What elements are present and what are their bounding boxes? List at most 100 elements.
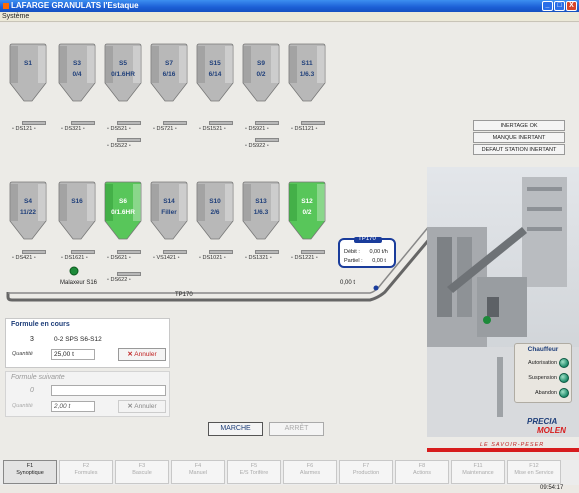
conveyor-label: TP170 bbox=[175, 292, 193, 298]
valve-ds1121[interactable]: • DS1121 • bbox=[291, 121, 325, 133]
cancel-icon: ✕ bbox=[127, 351, 133, 358]
maximize-button[interactable]: □ bbox=[554, 1, 565, 11]
inertage-ok-button[interactable]: INERTAGE OK bbox=[473, 120, 565, 131]
valve-ds1321[interactable]: • DS1321 • bbox=[245, 250, 279, 262]
next-quantity-input[interactable]: 2,00 t bbox=[51, 401, 95, 412]
manque-inertant-button[interactable]: MANQUE INERTANT bbox=[473, 132, 565, 143]
current-formula-panel: Formule en cours 3 0-2 SPS S6-S12 Quanti… bbox=[5, 318, 170, 368]
valve-ds1521[interactable]: • DS1521 • bbox=[199, 121, 233, 133]
valve-ds522[interactable]: • DS522 • bbox=[107, 138, 141, 150]
silo-s12[interactable]: S12 0/2 bbox=[287, 181, 327, 241]
silo-formula: 6/14 bbox=[208, 71, 222, 78]
silo-s7[interactable]: S7 6/16 bbox=[149, 43, 189, 103]
silo-formula: 0/4 bbox=[72, 71, 82, 78]
fkey-f11[interactable]: F11 Maintenance bbox=[451, 460, 505, 484]
fkey-label: Mise en Service bbox=[514, 470, 554, 476]
silo-formula: 0/1.6HR bbox=[111, 71, 135, 78]
fkey-f1[interactable]: F1 Synoptique bbox=[3, 460, 57, 484]
valve-ds621[interactable]: • DS621 • bbox=[107, 250, 141, 262]
valve-right-dot-icon: • bbox=[127, 255, 131, 261]
next-cancel-button[interactable]: ✕ Annuler bbox=[118, 400, 166, 413]
silo-s11[interactable]: S11 1/6.3 bbox=[287, 43, 327, 103]
valve-label: DS522 bbox=[110, 143, 128, 149]
autorisation-lamp-icon[interactable] bbox=[559, 358, 569, 368]
silo-s16[interactable]: S16 bbox=[57, 181, 97, 241]
silo-s10[interactable]: S10 2/6 bbox=[195, 181, 235, 241]
fkey-f12[interactable]: F12 Mise en Service bbox=[507, 460, 561, 484]
valve-label: DS1621 bbox=[64, 255, 85, 261]
silo-s5[interactable]: S5 0/1.6HR bbox=[103, 43, 143, 103]
valve-right-dot-icon: • bbox=[32, 255, 36, 261]
silo-formula: Filler bbox=[161, 209, 177, 216]
valve-ds1221[interactable]: • DS1221 • bbox=[291, 250, 325, 262]
valve-right-dot-icon: • bbox=[265, 126, 269, 132]
current-cancel-button[interactable]: ✕ Annuler bbox=[118, 348, 166, 361]
silo-s6[interactable]: S6 0/1.6HR bbox=[103, 181, 143, 241]
silo-s13[interactable]: S13 1/6.3 bbox=[241, 181, 281, 241]
silo-s14[interactable]: S14 Filler bbox=[149, 181, 189, 241]
valve-ds321[interactable]: • DS321 • bbox=[61, 121, 95, 133]
valve-vs1421[interactable]: • VS1421 • bbox=[153, 250, 187, 262]
silo-formula: 0/2 bbox=[256, 71, 266, 78]
next-formula-number: 0 bbox=[30, 387, 34, 394]
conveyor-weight: 0,00 t bbox=[340, 280, 356, 286]
current-cancel-label: Annuler bbox=[134, 351, 157, 358]
arret-button[interactable]: ARRÊT bbox=[269, 422, 324, 436]
fkey-label: Synoptique bbox=[16, 470, 44, 476]
silo-s3[interactable]: S3 0/4 bbox=[57, 43, 97, 103]
valve-ds1021[interactable]: • DS1021 • bbox=[199, 250, 233, 262]
close-button[interactable]: X bbox=[566, 1, 577, 11]
valve-ds922[interactable]: • DS922 • bbox=[245, 138, 279, 150]
silo-s9[interactable]: S9 0/2 bbox=[241, 43, 281, 103]
valve-bar-icon bbox=[255, 121, 279, 125]
valve-right-dot-icon: • bbox=[313, 126, 318, 132]
fkey-f6[interactable]: F6 Alarmes bbox=[283, 460, 337, 484]
fkey-f5[interactable]: F5 E/S Torifère bbox=[227, 460, 281, 484]
valve-ds521[interactable]: • DS521 • bbox=[107, 121, 141, 133]
abandon-lamp-icon[interactable] bbox=[559, 388, 569, 398]
valve-bar-icon bbox=[22, 250, 46, 254]
chauffeur-panel: Chauffeur Autorisation Suspension Abando… bbox=[514, 343, 572, 403]
valve-ds1621[interactable]: • DS1621 • bbox=[61, 250, 95, 262]
valve-right-dot-icon: • bbox=[222, 255, 226, 261]
silo-s1[interactable]: S1 bbox=[8, 43, 48, 103]
valve-label: DS721 bbox=[156, 126, 174, 132]
suspension-lamp-icon[interactable] bbox=[559, 373, 569, 383]
valve-ds721[interactable]: • DS721 • bbox=[153, 121, 187, 133]
function-key-bar: F1 Synoptique F2 Formules F3 Bascule F4 Manuel F… bbox=[0, 460, 579, 485]
current-formula-name[interactable]: 0-2 SPS S6-S12 bbox=[51, 334, 166, 345]
chauffeur-title: Chauffeur bbox=[527, 346, 559, 353]
valve-bar-icon bbox=[22, 121, 46, 125]
current-quantity-label: Quantité bbox=[12, 351, 33, 357]
fkey-f7[interactable]: F7 Production bbox=[339, 460, 393, 484]
minimize-button[interactable]: _ bbox=[542, 1, 553, 11]
fkey-f8[interactable]: F8 Actions bbox=[395, 460, 449, 484]
valve-ds921[interactable]: • DS921 • bbox=[245, 121, 279, 133]
valve-ds622[interactable]: • DS622 • bbox=[107, 272, 141, 284]
valve-ds421[interactable]: • DS421 • bbox=[12, 250, 46, 262]
silo-s15[interactable]: S15 6/14 bbox=[195, 43, 235, 103]
fkey-f4[interactable]: F4 Manuel bbox=[171, 460, 225, 484]
silo-formula: 6/16 bbox=[162, 71, 176, 78]
valve-bar-icon bbox=[209, 121, 233, 125]
silo-s4[interactable]: S4 11/22 bbox=[8, 181, 48, 241]
marche-button[interactable]: MARCHE bbox=[208, 422, 263, 436]
defaut-station-inertant-button[interactable]: DEFAUT STATION INERTANT bbox=[473, 144, 565, 155]
fkey-f3[interactable]: F3 Bascule bbox=[115, 460, 169, 484]
valve-right-dot-icon: • bbox=[127, 126, 131, 132]
next-formula-name[interactable] bbox=[51, 385, 166, 396]
current-quantity-input[interactable]: 25,00 t bbox=[51, 349, 95, 360]
valve-ds121[interactable]: • DS121 • bbox=[12, 121, 46, 133]
valve-label: DS1321 bbox=[248, 255, 269, 261]
fkey-number: F2 bbox=[82, 463, 90, 469]
valve-bar-icon bbox=[117, 138, 141, 142]
silo-formula: 11/22 bbox=[20, 209, 36, 216]
fkey-number: F6 bbox=[306, 463, 314, 469]
brand-red-line bbox=[427, 448, 579, 452]
valve-bar-icon bbox=[71, 250, 95, 254]
tp170-weigher-box: TP170 Débit : 0,00 t/h Partiel : 0,00 t bbox=[338, 236, 396, 268]
menu-systeme[interactable]: Système bbox=[2, 13, 29, 20]
fkey-f2[interactable]: F2 Formules bbox=[59, 460, 113, 484]
fkey-number: F1 bbox=[26, 463, 34, 469]
valve-right-dot-icon: • bbox=[173, 126, 177, 132]
